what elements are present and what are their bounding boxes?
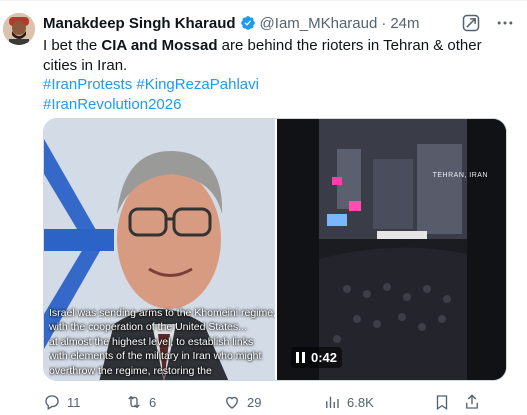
hashtag-link[interactable]: #KingRezaPahlavi — [136, 76, 259, 93]
reply-icon — [45, 395, 59, 410]
video-time: 0:42 — [311, 350, 338, 365]
repost-count: 6 — [149, 394, 157, 410]
share-button[interactable] — [463, 393, 487, 411]
author-handle[interactable]: @Iam_MKharaud — [260, 15, 378, 32]
repost-icon — [128, 395, 140, 409]
tweet-text-bold: CIA and Mossad — [101, 37, 218, 54]
grok-icon[interactable] — [461, 13, 481, 33]
video-controls[interactable]: 0:42 — [291, 347, 343, 368]
bookmark-icon — [436, 395, 448, 411]
caption-line: with the cooperation of the United State… — [49, 321, 247, 333]
hashtag-link[interactable]: #IranRevolution2026 — [43, 96, 181, 113]
media-image[interactable]: Israel was sending arms to the Khomeini … — [44, 119, 275, 380]
caption-line: at almost the highest level, to establis… — [49, 335, 254, 348]
hashtag-link[interactable]: #IranProtests — [43, 76, 132, 93]
pause-icon[interactable] — [296, 352, 305, 363]
caption-line: with elements of the military in Iran wh… — [49, 350, 262, 362]
bookmark-button[interactable] — [433, 393, 463, 411]
timestamp[interactable]: 24m — [390, 15, 419, 32]
caption-line: overthrow the regime, restoring the — [49, 364, 212, 377]
tweet-actions: 11 6 29 6.8K — [43, 393, 513, 411]
author-name[interactable]: Manakdeep Singh Kharaud — [43, 15, 236, 32]
video-watermark: TEHRAN, IRAN — [432, 172, 488, 179]
media-grid: Israel was sending arms to the Khomeini … — [43, 118, 507, 381]
tweet-header: Manakdeep Singh Kharaud @Iam_MKharaud · … — [43, 13, 420, 33]
like-count: 29 — [247, 394, 262, 410]
reply-count: 11 — [67, 394, 81, 410]
tweet-text-intro: I bet the — [43, 37, 102, 54]
caption-line: Israel was sending arms to the Khomeini … — [49, 306, 275, 319]
tweet-card[interactable]: Manakdeep Singh Kharaud @Iam_MKharaud · … — [0, 0, 527, 415]
like-icon — [226, 396, 238, 409]
views-button[interactable]: 6.8K — [323, 393, 433, 411]
tweet-text: I bet the CIA and Mossad are behind the … — [43, 36, 513, 114]
media-video[interactable]: TEHRAN, IRAN 0:42 — [277, 119, 506, 380]
share-icon — [466, 394, 478, 409]
more-icon[interactable] — [495, 13, 515, 33]
repost-button[interactable]: 6 — [125, 393, 223, 411]
views-count: 6.8K — [347, 394, 374, 410]
verified-badge-icon — [240, 15, 256, 31]
tweet-top-actions — [461, 13, 515, 33]
separator-dot: · — [381, 14, 387, 32]
video-caption: Israel was sending arms to the Khomeini … — [49, 306, 275, 379]
video-frame — [277, 119, 506, 380]
views-icon — [326, 396, 339, 408]
like-button[interactable]: 29 — [223, 393, 323, 411]
avatar[interactable] — [3, 13, 35, 45]
reply-button[interactable]: 11 — [43, 393, 125, 411]
